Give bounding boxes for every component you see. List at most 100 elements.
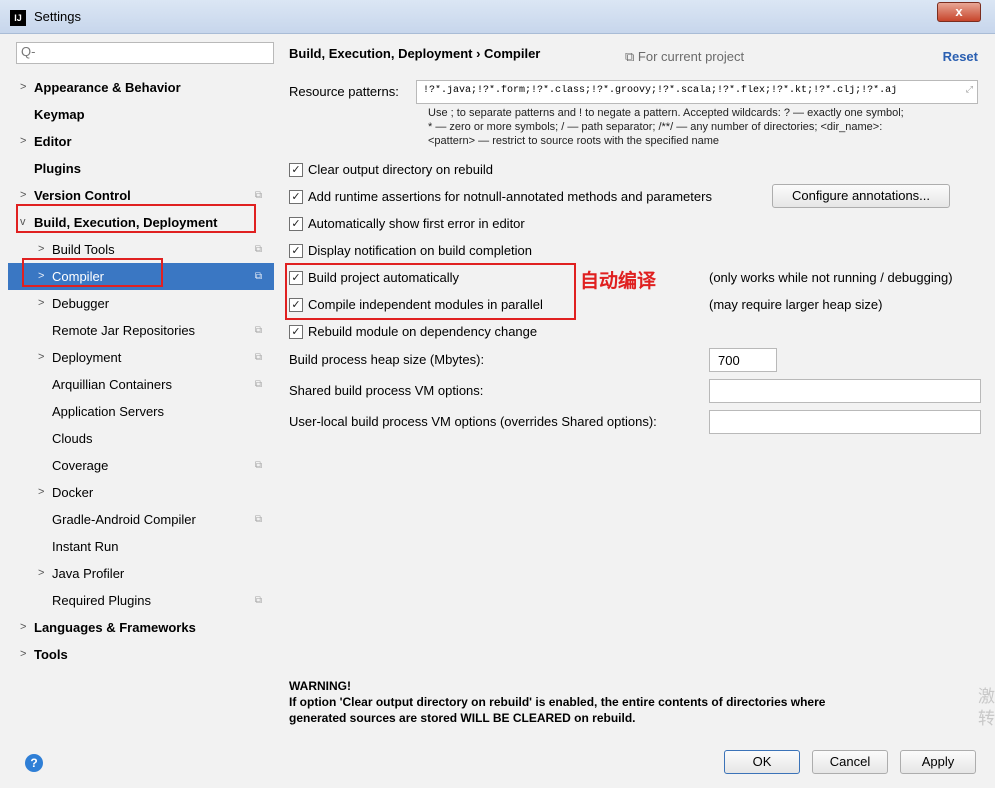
chevron-right-icon: > (38, 567, 45, 579)
checkmark-icon[interactable]: ✓ (289, 217, 303, 231)
configure-annotations-button[interactable]: Configure annotations... (772, 184, 950, 208)
sidebar-item-label: Java Profiler (52, 566, 125, 581)
project-scope-icon: ⧉ (254, 514, 262, 525)
sidebar-item-label: Gradle-Android Compiler (52, 512, 196, 527)
project-scope-icon: ⧉ (254, 271, 262, 282)
ok-button[interactable]: OK (724, 750, 800, 774)
warning-message: WARNING! If option 'Clear output directo… (289, 678, 949, 726)
sidebar-item-label: Clouds (52, 431, 93, 446)
search-input[interactable]: Q- (16, 42, 274, 64)
checkmark-icon[interactable]: ✓ (289, 298, 303, 312)
shared-vm-options-label: Shared build process VM options: (289, 383, 484, 398)
sidebar-item-java-profiler[interactable]: > Java Profiler (8, 560, 274, 587)
sidebar-item-label: Keymap (34, 107, 85, 122)
sidebar-item-label: Appearance & Behavior (34, 80, 181, 95)
compiler-settings-panel: Build, Execution, Deployment › Compiler … (280, 38, 990, 738)
sidebar-item-tools[interactable]: > Tools (8, 641, 274, 668)
intellij-app-icon: IJ (10, 10, 26, 26)
search-icon: Q- (21, 44, 36, 59)
checkbox-label: Rebuild module on dependency change (308, 324, 538, 339)
sidebar-item-label: Debugger (52, 296, 110, 311)
sidebar-item-arquillian-containers[interactable]: Arquillian Containers ⧉ (8, 371, 274, 398)
project-scope-icon: ⧉ (254, 460, 262, 471)
user-local-vm-options-input[interactable] (709, 410, 981, 434)
sidebar-item-label: Tools (34, 647, 68, 662)
checkmark-icon[interactable]: ✓ (289, 244, 303, 258)
sidebar-item-keymap[interactable]: Keymap (8, 101, 274, 128)
close-button[interactable]: x (937, 2, 981, 22)
help-line: <pattern> — restrict to source roots wit… (428, 135, 720, 147)
breadcrumb: Build, Execution, Deployment › Compiler (289, 46, 541, 61)
sidebar-item-compiler[interactable]: > Compiler ⧉ (8, 263, 274, 290)
chevron-right-icon: > (38, 243, 45, 255)
sidebar-item-label: Docker (52, 485, 94, 500)
project-scope-icon: ⧉ (254, 352, 262, 363)
watermark-text: 激 (978, 687, 995, 706)
resource-patterns-input[interactable]: !?*.java;!?*.form;!?*.class;!?*.groovy;!… (416, 80, 978, 104)
build-auto-note: (only works while not running / debuggin… (709, 270, 953, 285)
chevron-right-icon: > (20, 81, 27, 93)
project-scope-icon: ⧉ (254, 325, 262, 336)
sidebar-item-label: Plugins (34, 161, 81, 176)
sidebar-item-label: Languages & Frameworks (34, 620, 196, 635)
chevron-right-icon: > (38, 486, 45, 498)
resource-patterns-value: !?*.java;!?*.form;!?*.class;!?*.groovy;!… (423, 85, 898, 96)
checkbox-label: Compile independent modules in parallel (308, 297, 543, 312)
sidebar-item-appearance[interactable]: > Appearance & Behavior (8, 74, 274, 101)
chevron-right-icon: > (20, 621, 27, 633)
sidebar-item-remote-jar-repositories[interactable]: Remote Jar Repositories ⧉ (8, 317, 274, 344)
warning-title: WARNING! (289, 679, 351, 693)
heap-size-input[interactable]: 700 (709, 348, 777, 372)
sidebar-item-application-servers[interactable]: Application Servers (8, 398, 274, 425)
sidebar-item-label: Compiler (52, 269, 105, 284)
sidebar-item-label: Editor (34, 134, 72, 149)
sidebar-item-clouds[interactable]: Clouds (8, 425, 274, 452)
apply-button[interactable]: Apply (900, 750, 976, 774)
checkmark-icon[interactable]: ✓ (289, 190, 303, 204)
help-line: Use ; to separate patterns and ! to nega… (428, 107, 904, 119)
scope-label: ⧉ For current project (625, 49, 745, 64)
help-icon[interactable]: ? (25, 754, 43, 772)
checkbox-label: Display notification on build completion (308, 243, 533, 258)
sidebar-item-label: Arquillian Containers (52, 377, 172, 392)
sidebar-item-required-plugins[interactable]: Required Plugins ⧉ (8, 587, 274, 614)
sidebar-item-label: Deployment (52, 350, 122, 365)
title-bar: IJ Settings x (0, 0, 995, 34)
chevron-right-icon: > (20, 135, 27, 147)
sidebar-item-label: Coverage (52, 458, 109, 473)
checkbox-label: Add runtime assertions for notnull-annot… (308, 189, 712, 204)
resource-patterns-help: Use ; to separate patterns and ! to nega… (428, 106, 988, 148)
sidebar-item-coverage[interactable]: Coverage ⧉ (8, 452, 274, 479)
project-scope-icon: ⧉ (254, 244, 262, 255)
sidebar-item-languages-frameworks[interactable]: > Languages & Frameworks (8, 614, 274, 641)
chevron-right-icon: > (38, 270, 45, 282)
heap-size-value: 700 (718, 353, 740, 368)
sidebar-item-deployment[interactable]: > Deployment ⧉ (8, 344, 274, 371)
sidebar-item-docker[interactable]: > Docker (8, 479, 274, 506)
checkmark-icon[interactable]: ✓ (289, 271, 303, 285)
sidebar-item-gradle-android-compiler[interactable]: Gradle-Android Compiler ⧉ (8, 506, 274, 533)
checkmark-icon[interactable]: ✓ (289, 325, 303, 339)
sidebar-item-version-control[interactable]: > Version Control ⧉ (8, 182, 274, 209)
reset-link[interactable]: Reset (943, 49, 978, 64)
sidebar-item-build-execution-deployment[interactable]: v Build, Execution, Deployment (8, 209, 274, 236)
sidebar-item-plugins[interactable]: Plugins (8, 155, 274, 182)
sidebar-item-instant-run[interactable]: Instant Run (8, 533, 274, 560)
user-local-vm-options-label: User-local build process VM options (ove… (289, 414, 657, 429)
dialog-body: Q- > Appearance & Behavior Keymap > Edit… (0, 34, 995, 788)
expand-icon[interactable]: ⤢ (966, 84, 973, 95)
project-scope-icon: ⧉ (254, 595, 262, 606)
warning-line: generated sources are stored WILL BE CLE… (289, 711, 636, 725)
shared-vm-options-input[interactable] (709, 379, 981, 403)
project-scope-icon: ⧉ (254, 190, 262, 201)
watermark: 激 转 (978, 686, 995, 730)
annotation-auto-compile: 自动编译 (580, 271, 657, 292)
checkmark-icon[interactable]: ✓ (289, 163, 303, 177)
sidebar-item-debugger[interactable]: > Debugger (8, 290, 274, 317)
sidebar-item-build-tools[interactable]: > Build Tools ⧉ (8, 236, 274, 263)
sidebar-item-editor[interactable]: > Editor (8, 128, 274, 155)
checkbox-label: Automatically show first error in editor (308, 216, 525, 231)
checkbox-label: Clear output directory on rebuild (308, 162, 493, 177)
cancel-button[interactable]: Cancel (812, 750, 888, 774)
compile-parallel-note: (may require larger heap size) (709, 297, 883, 312)
